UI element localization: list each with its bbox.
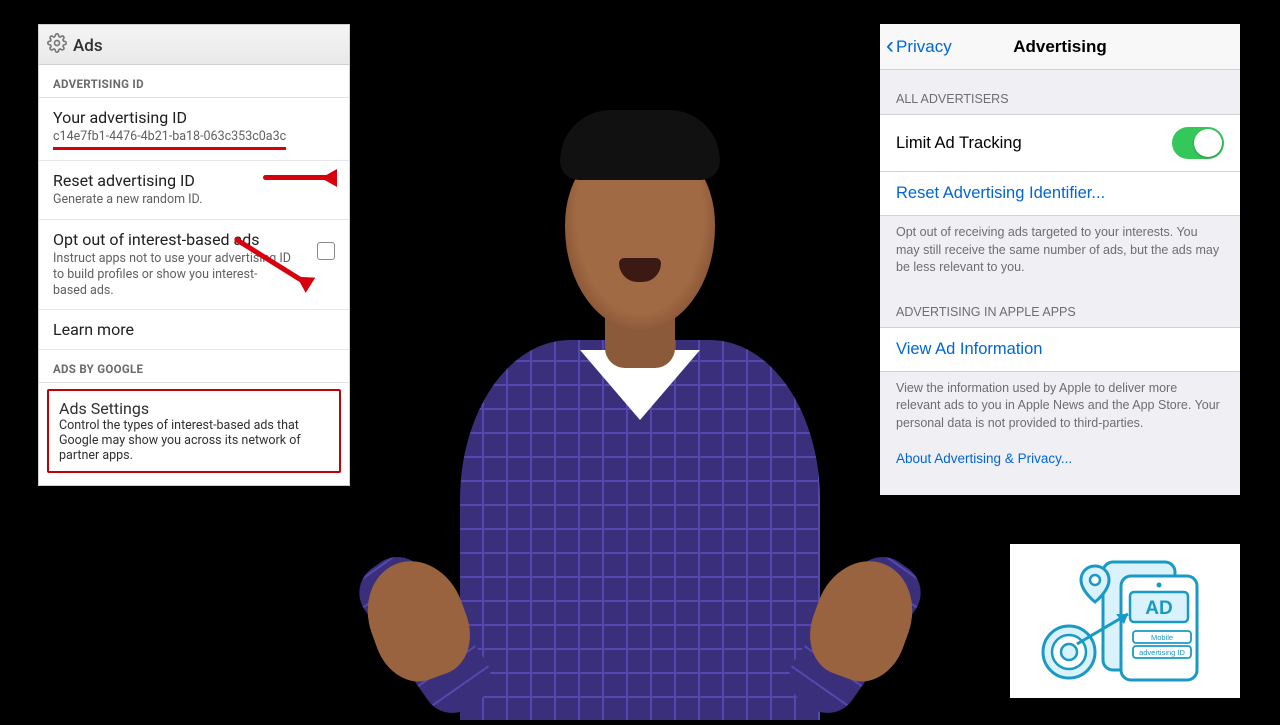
row-reset-ad-id[interactable]: Reset advertising ID Generate a new rand… — [39, 161, 349, 219]
ads-settings-label: Ads Settings — [59, 399, 329, 418]
ios-navbar: ‹ Privacy Advertising — [880, 24, 1240, 70]
cell-reset-identifier[interactable]: Reset Advertising Identifier... — [880, 171, 1240, 216]
your-ad-id-value: c14e7fb1-4476-4b21-ba18-063c353c0a3c — [53, 129, 286, 150]
row-opt-out[interactable]: Opt out of interest-based ads Instruct a… — [39, 220, 349, 311]
reset-sub: Generate a new random ID. — [53, 192, 335, 208]
group-apple-apps: ADVERTISING IN APPLE APPS — [880, 283, 1240, 327]
cell-view-ad-info[interactable]: View Ad Information — [880, 327, 1240, 372]
optout-label: Opt out of interest-based ads — [53, 230, 335, 249]
view-ad-info-label: View Ad Information — [896, 340, 1042, 359]
section-advertising-id: ADVERTISING ID — [39, 65, 349, 98]
back-label: Privacy — [896, 37, 952, 57]
nav-title: Advertising — [1013, 37, 1107, 57]
android-titlebar: Ads — [39, 25, 349, 65]
ads-settings-sub: Control the types of interest-based ads … — [59, 418, 329, 463]
group-all-advertisers: ALL ADVERTISERS — [880, 70, 1240, 114]
view-ad-info-footer: View the information used by Apple to de… — [880, 371, 1240, 439]
reset-label: Reset advertising ID — [53, 171, 335, 190]
about-advertising-link[interactable]: About Advertising & Privacy... — [880, 438, 1240, 495]
row-your-ad-id[interactable]: Your advertising ID c14e7fb1-4476-4b21-b… — [39, 98, 349, 161]
chevron-left-icon: ‹ — [886, 46, 894, 48]
cell-limit-ad-tracking[interactable]: Limit Ad Tracking — [880, 114, 1240, 172]
optout-checkbox[interactable] — [317, 242, 335, 260]
optout-footer: Opt out of receiving ads targeted to you… — [880, 215, 1240, 283]
tag1: Mobile — [1151, 633, 1173, 642]
ad-text: AD — [1145, 598, 1172, 619]
android-ads-panel: Ads ADVERTISING ID Your advertising ID c… — [38, 24, 350, 486]
optout-sub: Instruct apps not to use your advertisin… — [53, 251, 291, 300]
row-ads-settings[interactable]: Ads Settings Control the types of intere… — [47, 389, 341, 473]
row-learn-more[interactable]: Learn more — [39, 310, 349, 350]
presenter-figure — [380, 100, 900, 720]
mobile-ad-illustration: AD Mobile advertising ID — [1010, 544, 1240, 698]
ios-advertising-panel: ‹ Privacy Advertising ALL ADVERTISERS Li… — [880, 24, 1240, 495]
your-ad-id-label: Your advertising ID — [53, 108, 335, 127]
learn-more-label: Learn more — [53, 320, 335, 339]
tag2: advertising ID — [1139, 648, 1185, 657]
section-ads-by-google: ADS BY GOOGLE — [39, 350, 349, 383]
back-button[interactable]: ‹ Privacy — [886, 24, 952, 70]
gear-icon — [47, 33, 67, 58]
limit-tracking-label: Limit Ad Tracking — [896, 134, 1022, 153]
limit-tracking-toggle[interactable] — [1172, 127, 1224, 159]
reset-identifier-label: Reset Advertising Identifier... — [896, 184, 1105, 203]
android-title: Ads — [73, 36, 103, 56]
